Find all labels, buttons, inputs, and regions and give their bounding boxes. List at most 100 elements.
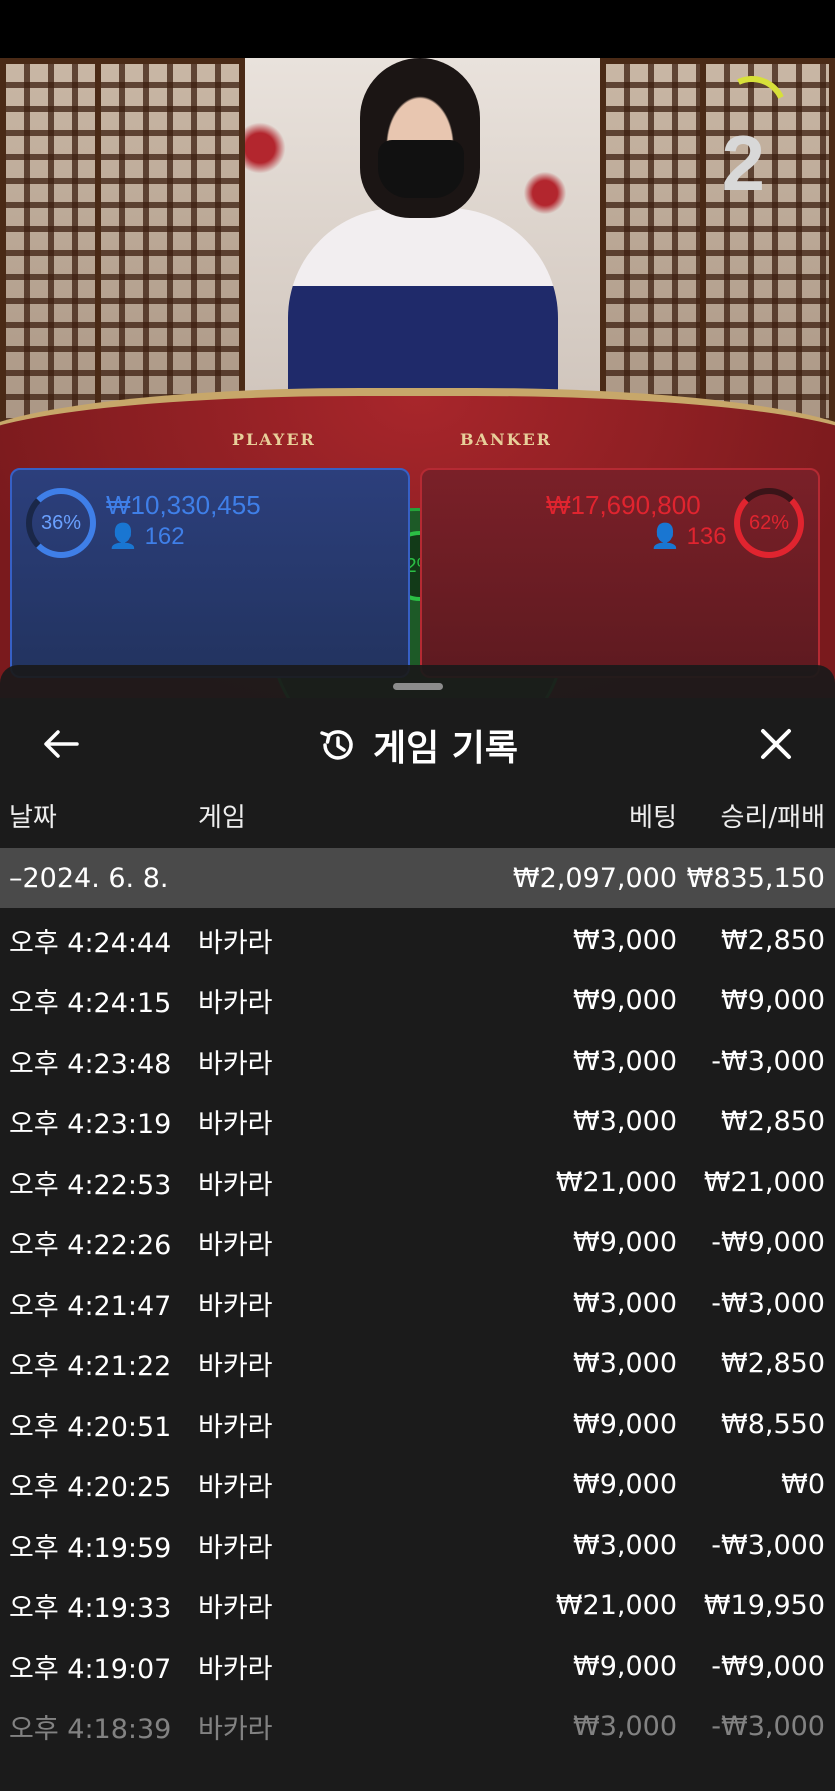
game-history-sheet: 게임 기록 날짜 게임 베팅 승리/패배 –2024. 6. 8. ₩2,097… bbox=[0, 665, 835, 1791]
row-result: ₩2,850 bbox=[721, 924, 825, 956]
row-result: -₩3,000 bbox=[711, 1045, 825, 1077]
player-bet-area[interactable]: 36% ₩10,330,455 👤 162 bbox=[10, 468, 410, 678]
row-time: 오후 4:21:22 bbox=[9, 1351, 172, 1383]
sheet-title: 게임 기록 bbox=[372, 728, 518, 769]
history-row[interactable]: 오후 4:20:51 바카라 ₩9,000 ₩8,550 bbox=[0, 1394, 835, 1455]
summary-date: –2024. 6. 8. bbox=[9, 862, 169, 894]
history-row[interactable]: 오후 4:22:53 바카라 ₩21,000 ₩21,000 bbox=[0, 1152, 835, 1213]
player-percent: 36% bbox=[26, 488, 96, 558]
banker-users: 136 bbox=[686, 523, 727, 550]
row-game: 바카라 bbox=[198, 927, 273, 959]
row-game: 바카라 bbox=[198, 1532, 273, 1564]
blossom-decoration bbox=[520, 168, 570, 218]
banker-percent: 62% bbox=[734, 488, 804, 558]
player-user-count: 👤 162 bbox=[108, 522, 185, 551]
table-label-banker: BANKER bbox=[460, 430, 552, 449]
banker-user-count: 👤 136 bbox=[650, 522, 727, 551]
row-time: 오후 4:20:51 bbox=[9, 1411, 172, 1443]
row-bet: ₩21,000 bbox=[555, 1166, 677, 1198]
row-game: 바카라 bbox=[198, 1230, 273, 1262]
history-row[interactable]: 오후 4:19:07 바카라 ₩9,000 -₩9,000 bbox=[0, 1636, 835, 1697]
player-bet-amount: ₩10,330,455 bbox=[106, 490, 261, 520]
column-bet: 베팅 bbox=[629, 803, 677, 833]
history-row[interactable]: 오후 4:23:19 바카라 ₩3,000 ₩2,850 bbox=[0, 1092, 835, 1153]
history-row[interactable]: 오후 4:22:26 바카라 ₩9,000 -₩9,000 bbox=[0, 1213, 835, 1274]
history-row[interactable]: 오후 4:23:48 바카라 ₩3,000 -₩3,000 bbox=[0, 1031, 835, 1092]
row-time: 오후 4:19:33 bbox=[9, 1593, 172, 1625]
table-label-player: PLAYER bbox=[232, 430, 316, 449]
row-time: 오후 4:24:44 bbox=[9, 927, 172, 959]
history-row[interactable]: 오후 4:20:25 바카라 ₩9,000 ₩0 bbox=[0, 1455, 835, 1516]
row-bet: ₩3,000 bbox=[573, 1045, 677, 1077]
history-list: 오후 4:24:44 바카라 ₩3,000 ₩2,850 오후 4:24:15 바카라 ₩9… bbox=[0, 910, 835, 1757]
history-icon bbox=[320, 730, 353, 760]
row-bet: ₩3,000 bbox=[573, 1287, 677, 1319]
row-time: 오후 4:19:59 bbox=[9, 1532, 172, 1564]
row-time: 오후 4:22:53 bbox=[9, 1169, 172, 1201]
row-time: 오후 4:19:07 bbox=[9, 1653, 172, 1685]
player-users: 162 bbox=[144, 523, 185, 550]
row-bet: ₩9,000 bbox=[573, 1469, 677, 1501]
row-game: 바카라 bbox=[198, 1472, 273, 1504]
row-bet: ₩3,000 bbox=[573, 924, 677, 956]
row-result: ₩2,850 bbox=[721, 1106, 825, 1138]
sheet-drag-handle[interactable] bbox=[393, 683, 443, 690]
row-time: 오후 4:20:25 bbox=[9, 1472, 172, 1504]
row-result: ₩0 bbox=[781, 1469, 825, 1501]
table-header: 날짜 게임 베팅 승리/패배 bbox=[0, 797, 835, 847]
history-row[interactable]: 오후 4:21:47 바카라 ₩3,000 -₩3,000 bbox=[0, 1273, 835, 1334]
history-row[interactable]: 오후 4:24:15 바카라 ₩9,000 ₩9,000 bbox=[0, 971, 835, 1032]
row-result: ₩9,000 bbox=[721, 985, 825, 1017]
row-result: -₩9,000 bbox=[711, 1227, 825, 1259]
row-game: 바카라 bbox=[198, 1109, 273, 1141]
dealer-mask bbox=[378, 140, 464, 198]
row-bet: ₩9,000 bbox=[573, 985, 677, 1017]
column-game: 게임 bbox=[198, 803, 246, 833]
row-bet: ₩9,000 bbox=[573, 1227, 677, 1259]
row-game: 바카라 bbox=[198, 1169, 273, 1201]
row-bet: ₩3,000 bbox=[573, 1711, 677, 1743]
history-row[interactable]: 오후 4:19:33 바카라 ₩21,000 ₩19,950 bbox=[0, 1576, 835, 1637]
row-bet: ₩9,000 bbox=[573, 1408, 677, 1440]
close-icon bbox=[761, 729, 791, 759]
history-row[interactable]: 오후 4:24:44 바카라 ₩3,000 ₩2,850 bbox=[0, 910, 835, 971]
user-icon: 👤 bbox=[650, 523, 680, 550]
row-bet: ₩3,000 bbox=[573, 1348, 677, 1380]
row-result: -₩3,000 bbox=[711, 1287, 825, 1319]
row-game: 바카라 bbox=[198, 1593, 273, 1625]
row-time: 오후 4:22:26 bbox=[9, 1230, 172, 1262]
row-result: ₩19,950 bbox=[703, 1590, 825, 1622]
sheet-header: 게임 기록 bbox=[0, 717, 835, 773]
row-result: -₩3,000 bbox=[711, 1529, 825, 1561]
banker-bet-area[interactable]: ₩17,690,800 👤 136 62% bbox=[420, 468, 820, 678]
row-result: -₩3,000 bbox=[711, 1711, 825, 1743]
row-result: -₩9,000 bbox=[711, 1650, 825, 1682]
row-result: ₩21,000 bbox=[703, 1166, 825, 1198]
row-time: 오후 4:18:39 bbox=[9, 1714, 172, 1746]
row-time: 오후 4:21:47 bbox=[9, 1290, 172, 1322]
row-bet: ₩3,000 bbox=[573, 1529, 677, 1561]
row-game: 바카라 bbox=[198, 1714, 273, 1746]
row-time: 오후 4:23:19 bbox=[9, 1109, 172, 1141]
banker-bet-amount: ₩17,690,800 bbox=[546, 490, 701, 520]
row-result: ₩2,850 bbox=[721, 1348, 825, 1380]
close-button[interactable] bbox=[753, 721, 799, 767]
summary-bet: ₩2,097,000 bbox=[512, 862, 677, 894]
row-time: 오후 4:23:48 bbox=[9, 1048, 172, 1080]
date-summary-row[interactable]: –2024. 6. 8. ₩2,097,000 ₩835,150 bbox=[0, 848, 835, 908]
row-bet: ₩21,000 bbox=[555, 1590, 677, 1622]
row-game: 바카라 bbox=[198, 988, 273, 1020]
column-date: 날짜 bbox=[9, 803, 57, 833]
history-row[interactable]: 오후 4:18:39 바카라 ₩3,000 -₩3,000 bbox=[0, 1697, 835, 1758]
row-result: ₩8,550 bbox=[721, 1408, 825, 1440]
lattice-screen-left-inner bbox=[95, 58, 245, 448]
row-game: 바카라 bbox=[198, 1290, 273, 1322]
row-bet: ₩3,000 bbox=[573, 1106, 677, 1138]
row-time: 오후 4:24:15 bbox=[9, 988, 172, 1020]
row-game: 바카라 bbox=[198, 1048, 273, 1080]
column-result: 승리/패배 bbox=[720, 803, 825, 833]
user-icon: 👤 bbox=[108, 523, 138, 550]
history-row[interactable]: 오후 4:19:59 바카라 ₩3,000 -₩3,000 bbox=[0, 1515, 835, 1576]
history-row[interactable]: 오후 4:21:22 바카라 ₩3,000 ₩2,850 bbox=[0, 1334, 835, 1395]
row-bet: ₩9,000 bbox=[573, 1650, 677, 1682]
